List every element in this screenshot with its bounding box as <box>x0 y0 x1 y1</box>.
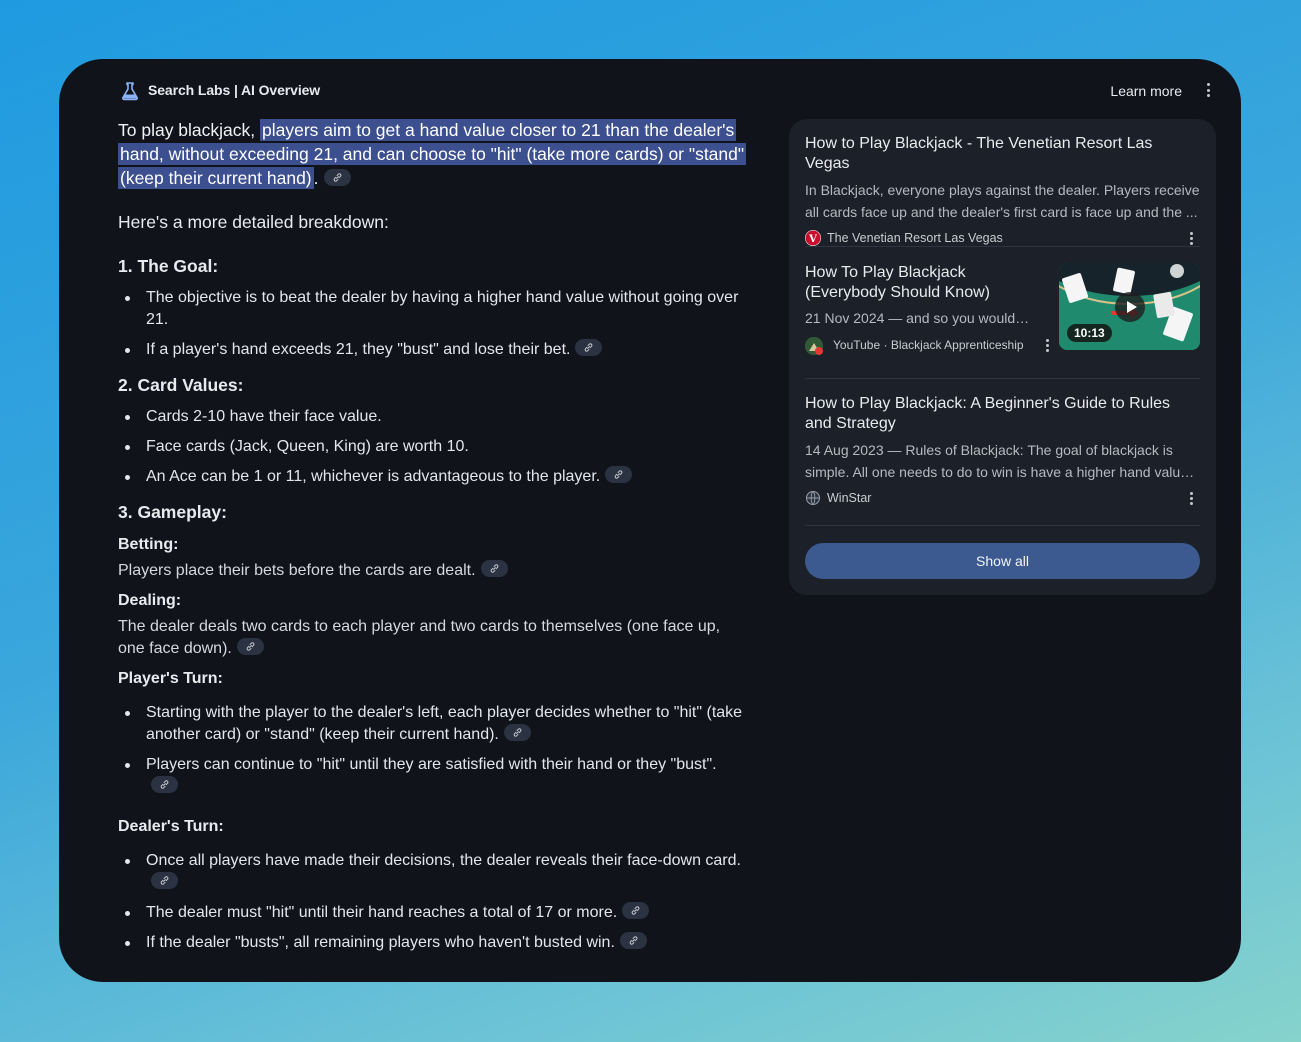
citation-link-icon[interactable] <box>619 932 647 949</box>
source-title[interactable]: How To Play Blackjack (Everybody Should … <box>805 263 1050 303</box>
goal-list: The objective is to beat the dealer by h… <box>118 287 748 361</box>
citation-link-icon[interactable] <box>622 902 650 919</box>
betting-text: Players place their bets before the card… <box>118 560 748 582</box>
play-icon[interactable] <box>1115 292 1145 322</box>
intro-prefix: To play blackjack, <box>118 120 261 140</box>
dealing-text: The dealer deals two cards to each playe… <box>118 616 748 660</box>
dealer-turn-label: Dealer's Turn: <box>118 818 224 835</box>
values-heading: 2. Card Values: <box>118 375 244 395</box>
dealer-turn-list: Once all players have made their decisio… <box>118 850 748 954</box>
list-item-text: The objective is to beat the dealer by h… <box>146 289 739 328</box>
citation-link-icon[interactable] <box>503 724 531 741</box>
citation-link-icon[interactable] <box>323 169 351 186</box>
list-item-text: Players can continue to "hit" until they… <box>146 756 717 773</box>
source-card-venetian[interactable]: How to Play Blackjack - The Venetian Res… <box>805 134 1200 248</box>
source-site: The Venetian Resort Las Vegas <box>827 231 1003 245</box>
list-item-text: An Ace can be 1 or 11, whichever is adva… <box>146 468 601 485</box>
source-meta: V The Venetian Resort Las Vegas <box>805 228 1200 248</box>
list-item-text: Face cards (Jack, Queen, King) are worth… <box>146 438 469 455</box>
list-item: Players can continue to "hit" until they… <box>118 754 748 798</box>
citation-link-icon[interactable] <box>151 776 178 793</box>
favicon-letter: V <box>808 234 817 245</box>
flask-icon <box>121 82 139 101</box>
globe-icon <box>805 490 821 506</box>
source-meta: WinStar <box>805 488 1200 508</box>
dealing-label: Dealing: <box>118 592 182 609</box>
overview-header: Search Labs | AI Overview Learn more <box>59 59 1241 123</box>
citation-link-icon[interactable] <box>151 872 178 889</box>
divider <box>805 378 1200 379</box>
list-item: Cards 2-10 have their face value. <box>118 406 748 428</box>
list-item-text: If a player's hand exceeds 21, they "bus… <box>146 341 571 358</box>
source-snippet: In Blackjack, everyone plays against the… <box>805 182 1200 220</box>
list-item-text: Starting with the player to the dealer's… <box>146 704 743 743</box>
video-duration: 10:13 <box>1067 324 1112 342</box>
more-options-icon[interactable] <box>1204 83 1212 99</box>
labs-title: Search Labs | AI Overview <box>148 82 321 98</box>
player-turn-label: Player's Turn: <box>118 670 223 687</box>
gameplay-heading: 3. Gameplay: <box>118 502 227 522</box>
source-title[interactable]: How to Play Blackjack: A Beginner's Guid… <box>805 394 1200 434</box>
list-item: Starting with the player to the dealer's… <box>118 702 748 746</box>
list-item: Face cards (Jack, Queen, King) are worth… <box>118 436 748 458</box>
citation-link-icon[interactable] <box>480 560 508 577</box>
list-item: The dealer must "hit" until their hand r… <box>118 902 748 924</box>
more-options-icon[interactable] <box>1188 492 1194 506</box>
goal-heading: 1. The Goal: <box>118 256 219 276</box>
intro-paragraph: To play blackjack, players aim to get a … <box>118 118 748 190</box>
values-list: Cards 2-10 have their face value. Face c… <box>118 406 748 488</box>
ai-overview-card: Search Labs | AI Overview Learn more To … <box>59 59 1241 982</box>
source-card-youtube[interactable]: How To Play Blackjack (Everybody Should … <box>805 263 1050 355</box>
breakdown-text: Here's a more detailed breakdown: <box>118 212 389 232</box>
sources-panel: How to Play Blackjack - The Venetian Res… <box>789 119 1216 595</box>
source-site: WinStar <box>827 491 872 505</box>
divider <box>805 246 1200 247</box>
source-snippet: 21 Nov 2024 — and so you would… <box>805 310 1030 326</box>
source-title[interactable]: How to Play Blackjack - The Venetian Res… <box>805 134 1200 174</box>
list-item: If a player's hand exceeds 21, they "bus… <box>118 339 748 361</box>
channel-avatar-icon <box>805 337 823 355</box>
video-thumbnail[interactable]: 10:13 <box>1059 263 1200 350</box>
list-item: The objective is to beat the dealer by h… <box>118 287 748 331</box>
betting-text-value: Players place their bets before the card… <box>118 562 476 579</box>
source-card-winstar[interactable]: How to Play Blackjack: A Beginner's Guid… <box>805 394 1200 508</box>
list-item: If the dealer "busts", all remaining pla… <box>118 932 748 954</box>
intro-suffix: . <box>313 168 319 188</box>
list-item-text: If the dealer "busts", all remaining pla… <box>146 934 615 951</box>
citation-link-icon[interactable] <box>575 339 603 356</box>
more-options-icon[interactable] <box>1044 339 1050 353</box>
source-meta: YouTube · Blackjack Apprenticeship <box>805 335 1050 355</box>
betting-label: Betting: <box>118 536 179 553</box>
venetian-favicon-icon: V <box>805 230 821 246</box>
list-item: An Ace can be 1 or 11, whichever is adva… <box>118 466 748 488</box>
list-item: Once all players have made their decisio… <box>118 850 748 894</box>
learn-more-link[interactable]: Learn more <box>1110 83 1182 99</box>
source-site: YouTube · Blackjack Apprenticeship <box>833 338 1024 352</box>
divider <box>805 525 1200 526</box>
list-item-text: Cards 2-10 have their face value. <box>146 408 382 425</box>
more-options-icon[interactable] <box>1188 232 1194 246</box>
list-item-text: The dealer must "hit" until their hand r… <box>146 904 618 921</box>
citation-link-icon[interactable] <box>605 466 633 483</box>
dealing-text-value: The dealer deals two cards to each playe… <box>118 618 721 657</box>
source-snippet: 14 Aug 2023 — Rules of Blackjack: The go… <box>805 442 1195 480</box>
citation-link-icon[interactable] <box>236 638 264 655</box>
show-all-button[interactable]: Show all <box>805 543 1200 579</box>
list-item-text: Once all players have made their decisio… <box>146 852 741 869</box>
player-turn-list: Starting with the player to the dealer's… <box>118 702 748 798</box>
overview-body: To play blackjack, players aim to get a … <box>118 118 748 962</box>
